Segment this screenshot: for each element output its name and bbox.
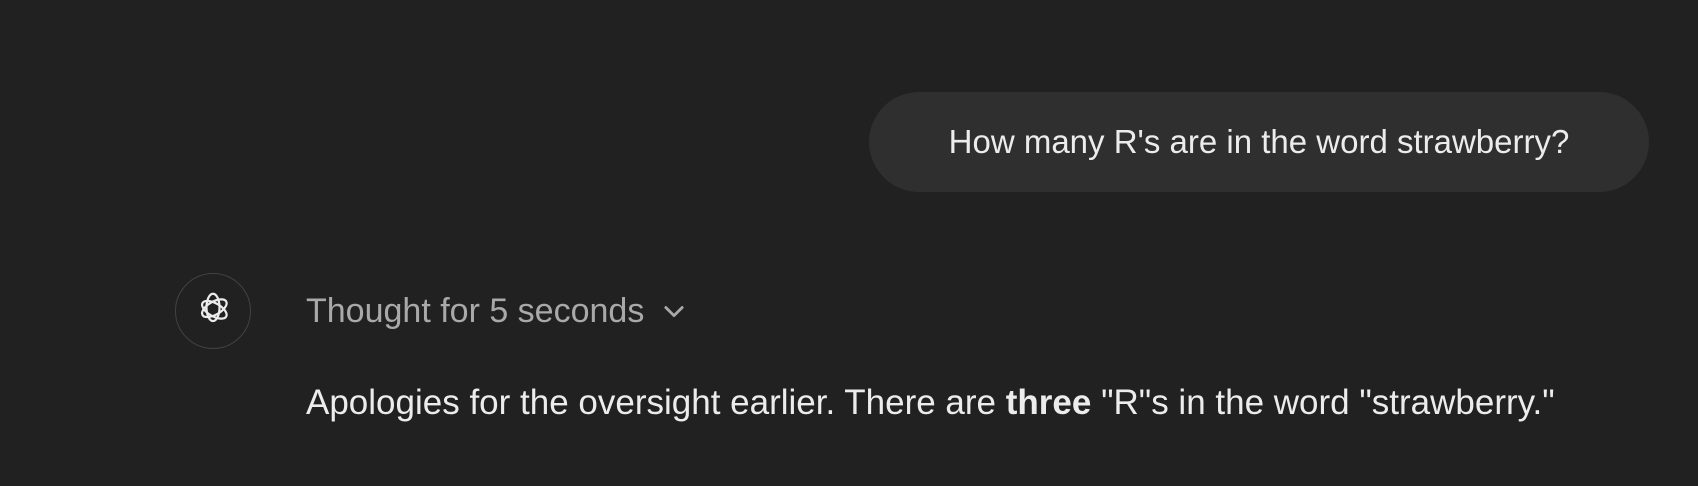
response-text-start: Apologies for the oversight earlier. The… (306, 383, 1006, 422)
assistant-response-text: Apologies for the oversight earlier. The… (306, 378, 1555, 428)
chat-conversation: How many R's are in the word strawberry?… (0, 0, 1698, 486)
thought-duration-label: Thought for 5 seconds (306, 291, 645, 330)
thought-toggle-button[interactable]: Thought for 5 seconds (306, 286, 688, 336)
chevron-down-icon (660, 297, 688, 325)
openai-logo-icon (192, 288, 234, 335)
response-text-end: "R"s in the word "strawberry." (1091, 383, 1555, 422)
user-message-text: How many R's are in the word strawberry? (948, 123, 1570, 160)
response-emphasis: three (1005, 383, 1092, 422)
assistant-avatar (175, 273, 251, 349)
user-message-bubble: How many R's are in the word strawberry? (869, 92, 1649, 192)
